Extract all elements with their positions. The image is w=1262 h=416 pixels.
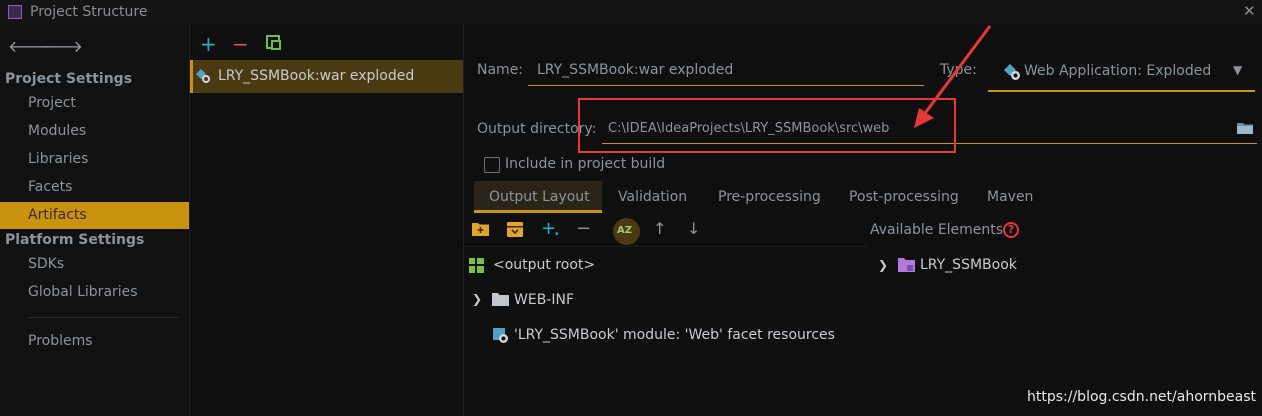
tab-output-layout[interactable]: Output Layout [489, 189, 590, 205]
create-archive-icon[interactable] [507, 222, 523, 237]
browse-folder-icon[interactable] [1237, 122, 1253, 134]
output-root-icon [469, 258, 484, 273]
add-element-button[interactable]: + [541, 218, 556, 239]
intellij-logo-icon [8, 5, 22, 19]
tab-post-processing[interactable]: Post-processing [849, 189, 959, 205]
move-up-icon[interactable]: ↑ [653, 219, 666, 238]
chevron-down-icon[interactable]: ▼ [1233, 63, 1242, 77]
web-artifact-icon [196, 69, 210, 83]
forward-arrow-icon[interactable]: 🡒 [40, 36, 83, 56]
sort-alphabetically-icon: AZ [617, 225, 632, 236]
available-item-module[interactable]: LRY_SSMBook [920, 257, 1017, 273]
remove-artifact-button[interactable]: − [232, 32, 249, 56]
type-label: Type: [940, 62, 977, 78]
project-settings-header: Project Settings [5, 71, 133, 87]
artifact-list-item-label: LRY_SSMBook:war exploded [218, 68, 415, 84]
watermark-text: https://blog.csdn.net/ahornbeast [1027, 389, 1257, 405]
tree-item-web-facet-resources[interactable]: 'LRY_SSMBook' module: 'Web' facet resour… [514, 327, 835, 343]
remove-element-button[interactable]: − [576, 218, 591, 239]
chevron-right-icon[interactable]: ❯ [878, 258, 888, 272]
toolbar-divider [463, 246, 868, 247]
tab-maven[interactable]: Maven [987, 189, 1033, 205]
help-icon[interactable]: ? [1003, 222, 1019, 238]
type-dropdown-value: Web Application: Exploded [1024, 63, 1212, 79]
tab-validation[interactable]: Validation [618, 189, 687, 205]
tree-item-output-root[interactable]: <output root> [493, 257, 595, 273]
add-artifact-button[interactable]: + [200, 32, 217, 56]
nav-item-sdks[interactable]: SDKs [28, 256, 64, 272]
add-element-dropdown-icon[interactable]: ▾ [555, 230, 559, 238]
copy-artifact-icon[interactable] [266, 35, 281, 50]
tab-pre-processing[interactable]: Pre-processing [718, 189, 821, 205]
nav-item-artifacts[interactable]: Artifacts [28, 207, 87, 223]
nav-item-libraries[interactable]: Libraries [28, 151, 88, 167]
nav-divider [28, 317, 178, 318]
name-label: Name: [477, 62, 524, 78]
name-input-value: LRY_SSMBook:war exploded [537, 62, 734, 78]
web-application-icon [1004, 64, 1020, 80]
module-folder-icon [898, 258, 915, 272]
nav-item-problems[interactable]: Problems [28, 333, 93, 349]
nav-item-facets[interactable]: Facets [28, 179, 72, 195]
available-elements-label: Available Elements [870, 222, 1004, 238]
chevron-right-icon[interactable]: ❯ [472, 292, 482, 306]
platform-settings-header: Platform Settings [5, 232, 145, 248]
tree-item-web-inf[interactable]: WEB-INF [514, 292, 574, 308]
move-down-icon[interactable]: ↓ [687, 219, 700, 238]
nav-item-global-libraries[interactable]: Global Libraries [28, 284, 138, 300]
close-icon[interactable]: ✕ [1243, 2, 1256, 20]
web-facet-icon [493, 328, 508, 343]
include-in-build-checkbox[interactable] [484, 157, 500, 173]
annotation-highlight-box [578, 98, 956, 153]
new-directory-icon[interactable] [472, 222, 489, 236]
include-in-build-label: Include in project build [505, 156, 666, 172]
nav-item-modules[interactable]: Modules [28, 123, 86, 139]
window-title: Project Structure [30, 4, 148, 20]
folder-icon [492, 293, 509, 306]
nav-item-project[interactable]: Project [28, 95, 76, 111]
title-bar [0, 0, 1262, 24]
